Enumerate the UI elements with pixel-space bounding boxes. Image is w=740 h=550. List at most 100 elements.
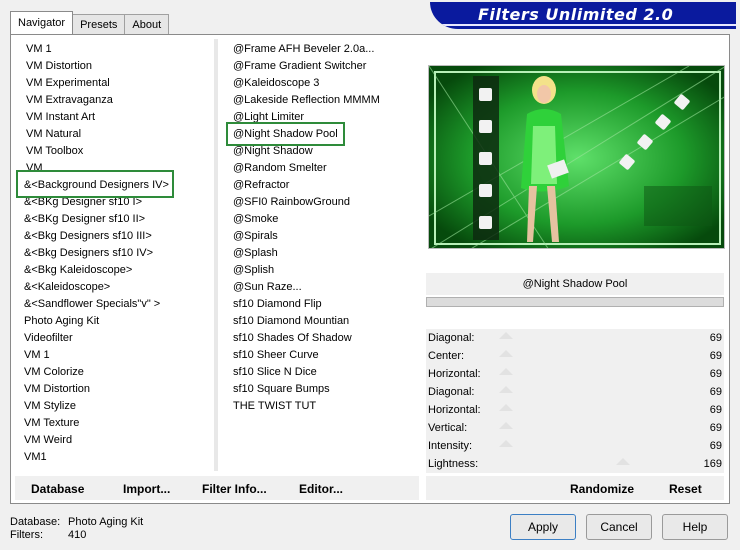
- help-button[interactable]: Help: [662, 514, 728, 540]
- category-item[interactable]: VM Extravaganza: [23, 92, 213, 109]
- category-item[interactable]: &<Bkg Designers sf10 IV>: [23, 245, 213, 262]
- filter-item[interactable]: @Night Shadow: [232, 143, 422, 160]
- preview-art: [429, 66, 724, 248]
- param-row[interactable]: Diagonal: 69: [426, 383, 724, 401]
- filters-count: 410: [68, 529, 87, 541]
- category-item[interactable]: &<BKg Designer sf10 II>: [23, 211, 213, 228]
- filter-item[interactable]: @Splash: [232, 245, 422, 262]
- category-item[interactable]: Videofilter: [23, 330, 213, 347]
- filter-item[interactable]: @Smoke: [232, 211, 422, 228]
- param-value: 69: [709, 440, 722, 452]
- tab-presets[interactable]: Presets: [72, 14, 126, 34]
- category-item[interactable]: VM Colorize: [23, 364, 213, 381]
- slider-thumb[interactable]: [499, 350, 513, 357]
- filter-item[interactable]: @Night Shadow Pool: [232, 126, 422, 143]
- category-item[interactable]: VM 1: [23, 41, 213, 58]
- category-item[interactable]: VM Distortion: [23, 381, 213, 398]
- category-item[interactable]: VM Natural: [23, 126, 213, 143]
- filter-item[interactable]: @Kaleidoscope 3: [232, 75, 422, 92]
- filter-item[interactable]: @Spirals: [232, 228, 422, 245]
- param-label: Vertical:: [428, 422, 468, 434]
- category-item[interactable]: VM Toolbox: [23, 143, 213, 160]
- tab-navigator[interactable]: Navigator: [10, 11, 74, 34]
- param-label: Diagonal:: [428, 386, 475, 398]
- category-item[interactable]: VM Stylize: [23, 398, 213, 415]
- tab-about[interactable]: About: [124, 14, 170, 34]
- filter-item[interactable]: sf10 Square Bumps: [232, 381, 422, 398]
- param-row[interactable]: Vertical: 69: [426, 419, 724, 437]
- category-item[interactable]: &<BKg Designer sf10 I>: [23, 194, 213, 211]
- tab-strip: Navigator Presets About: [10, 11, 170, 34]
- category-item[interactable]: VM Instant Art: [23, 109, 213, 126]
- param-label: Center:: [428, 350, 465, 362]
- banner-stripe: [430, 24, 736, 26]
- param-button-bar: Randomize Reset: [426, 476, 724, 500]
- filter-item[interactable]: @Light Limiter: [232, 109, 422, 126]
- database-button[interactable]: Database: [31, 482, 84, 496]
- filter-info-button[interactable]: Filter Info...: [202, 482, 267, 496]
- filter-item[interactable]: sf10 Diamond Mountian: [232, 313, 422, 330]
- param-value: 69: [709, 350, 722, 362]
- category-item[interactable]: VM Weird: [23, 432, 213, 449]
- slider-thumb[interactable]: [499, 404, 513, 411]
- filter-item[interactable]: @SFI0 RainbowGround: [232, 194, 422, 211]
- category-item[interactable]: VM: [23, 160, 213, 177]
- category-item[interactable]: &<Bkg Kaleidoscope>: [23, 262, 213, 279]
- import-button[interactable]: Import...: [123, 482, 170, 496]
- param-value: 169: [703, 458, 722, 470]
- param-row[interactable]: Horizontal: 69: [426, 401, 724, 419]
- filter-list[interactable]: @Frame AFH Beveler 2.0a... @Frame Gradien…: [232, 41, 422, 415]
- database-info: Database: Photo Aging Kit: [10, 516, 143, 528]
- filter-item[interactable]: @Splish: [232, 262, 422, 279]
- database-value: Photo Aging Kit: [68, 516, 144, 528]
- reset-button[interactable]: Reset: [669, 482, 702, 496]
- param-label: Lightness:: [428, 458, 479, 470]
- editor-button[interactable]: Editor...: [299, 482, 343, 496]
- category-list[interactable]: VM 1 VM Distortion VM Experimental VM Extra…: [23, 41, 213, 466]
- param-label: Horizontal:: [428, 404, 481, 416]
- slider-thumb[interactable]: [616, 458, 630, 465]
- param-row[interactable]: Diagonal: 69: [426, 329, 724, 347]
- slider-thumb[interactable]: [499, 368, 513, 375]
- filter-item[interactable]: sf10 Diamond Flip: [232, 296, 422, 313]
- slider-thumb[interactable]: [499, 440, 513, 447]
- app-banner: Filters Unlimited 2.0: [430, 2, 736, 29]
- category-item[interactable]: &<Background Designers IV>: [23, 177, 213, 194]
- category-item[interactable]: &<Bkg Designers sf10 III>: [23, 228, 213, 245]
- apply-button[interactable]: Apply: [510, 514, 576, 540]
- slider-thumb[interactable]: [499, 422, 513, 429]
- param-row[interactable]: Center: 69: [426, 347, 724, 365]
- category-item[interactable]: VM1: [23, 449, 213, 466]
- filter-preview-image: [428, 65, 725, 249]
- filter-item[interactable]: @Frame AFH Beveler 2.0a...: [232, 41, 422, 58]
- cancel-button[interactable]: Cancel: [586, 514, 652, 540]
- param-label: Intensity:: [428, 440, 473, 452]
- category-item[interactable]: VM 1: [23, 347, 213, 364]
- slider-thumb[interactable]: [499, 386, 513, 393]
- param-label: Diagonal:: [428, 332, 475, 344]
- category-item[interactable]: &<Kaleidoscope>: [23, 279, 213, 296]
- banner-title: Filters Unlimited 2.0: [478, 5, 674, 24]
- filter-item[interactable]: @Random Smelter: [232, 160, 422, 177]
- param-row[interactable]: Lightness: 169: [426, 455, 724, 473]
- category-item[interactable]: VM Experimental: [23, 75, 213, 92]
- param-row[interactable]: Horizontal: 69: [426, 365, 724, 383]
- category-item[interactable]: Photo Aging Kit: [23, 313, 213, 330]
- filter-item[interactable]: @Refractor: [232, 177, 422, 194]
- randomize-button[interactable]: Randomize: [570, 482, 634, 496]
- filter-item[interactable]: @Lakeside Reflection MMMM: [232, 92, 422, 109]
- category-item[interactable]: VM Distortion: [23, 58, 213, 75]
- category-item[interactable]: &<Sandflower Specials"v" >: [23, 296, 213, 313]
- param-row[interactable]: Intensity: 69: [426, 437, 724, 455]
- selected-filter-name: @Night Shadow Pool: [426, 273, 724, 295]
- filter-item[interactable]: sf10 Shades Of Shadow: [232, 330, 422, 347]
- filter-item[interactable]: THE TWIST TUT: [232, 398, 422, 415]
- filter-item[interactable]: @Frame Gradient Switcher: [232, 58, 422, 75]
- filter-item[interactable]: sf10 Sheer Curve: [232, 347, 422, 364]
- filter-item[interactable]: sf10 Slice N Dice: [232, 364, 422, 381]
- category-scrollbar[interactable]: [214, 39, 218, 471]
- param-value: 69: [709, 422, 722, 434]
- category-item[interactable]: VM Texture: [23, 415, 213, 432]
- slider-thumb[interactable]: [499, 332, 513, 339]
- filter-item[interactable]: @Sun Raze...: [232, 279, 422, 296]
